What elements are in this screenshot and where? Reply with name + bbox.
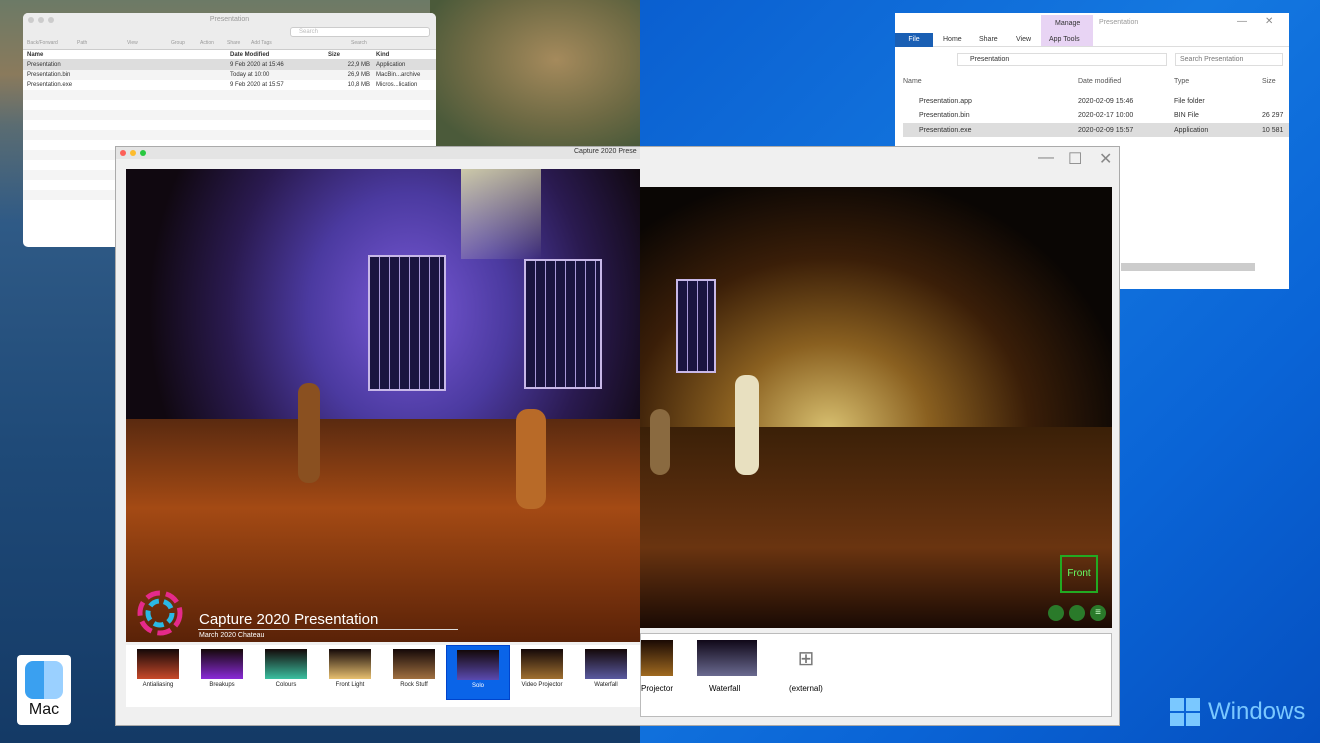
scene-thumb-colours[interactable]: Colours [254,645,318,700]
manage-tab[interactable]: Manage [1055,20,1080,27]
view-button[interactable]: View [127,40,138,46]
column-name[interactable]: Name [903,78,1078,85]
actor-figure [650,409,670,475]
window-title: Presentation [209,16,250,23]
scene-thumb-waterfall[interactable] [697,640,757,676]
file-row[interactable]: Presentation.bin 2020-02-17 10:00 BIN File… [903,108,1289,122]
column-date[interactable]: Date Modified [230,52,328,58]
scene-thumb-label[interactable]: Waterfall [709,684,740,693]
finder-icon [25,661,63,699]
close-button[interactable]: ✕ [1265,16,1273,27]
scene-preview [457,650,499,680]
tab-home[interactable]: Home [943,36,962,43]
tab-view[interactable]: View [1016,36,1031,43]
scene-preview [521,649,563,679]
scene-thumb-front-light[interactable]: Front Light [318,645,382,700]
tab-app-tools[interactable]: App Tools [1049,36,1080,43]
scene-thumb-solo[interactable]: Solo [446,645,510,700]
orbit-icon[interactable] [1048,605,1064,621]
network-icon[interactable]: ⊞ [789,646,823,670]
action-button[interactable]: Action [200,40,214,46]
add-tags-button[interactable]: Add Tags [251,40,272,46]
file-row[interactable]: Presentation 9 Feb 2020 at 15:46 22,9 MB Ap… [23,60,436,70]
scene-thumb-label: Front Light [335,682,365,688]
scene-thumb-rock-stuff[interactable]: Rock Stuff [382,645,446,700]
close-button[interactable] [120,150,126,156]
tab-file[interactable]: File [895,33,933,47]
actor-figure [298,383,320,483]
window-title: Presentation [1099,19,1139,26]
column-name[interactable]: Name [27,52,230,58]
search-input[interactable]: Search Presentation [1175,53,1283,66]
scene-preview [201,649,243,679]
column-kind[interactable]: Kind [376,52,436,58]
tab-share[interactable]: Share [979,36,998,43]
mountain-wallpaper [430,0,640,150]
windows-badge: Windows [1170,698,1305,726]
scene-preview [393,649,435,679]
search-label: Search [351,40,367,46]
maximize-button[interactable]: ☐ [1068,149,1082,169]
windows-logo-icon [1170,698,1200,726]
scene-strip-windows: Projector Waterfall ⊞ (external) [640,633,1112,717]
scene-thumb-waterfall[interactable]: Waterfall [574,645,638,700]
file-row[interactable]: Presentation.exe 2020-02-09 15:57 Applicat… [903,123,1289,137]
scene-thumb-label: Video Projector [521,682,563,688]
scene-thumb-antialiasing[interactable]: Antialiasing [126,645,190,700]
actor-figure [516,409,546,509]
view-cube[interactable]: Front [1060,555,1098,593]
capture-logo-icon [137,590,183,636]
scene-preview [137,649,179,679]
column-date[interactable]: Date modified [1078,78,1174,85]
zoom-button[interactable] [140,150,146,156]
column-size[interactable]: Size [328,52,376,58]
window-title: Capture 2020 Prese [574,148,637,155]
scene-thumb-label: Rock Stuff [400,682,428,688]
group-button[interactable]: Group [171,40,185,46]
scene-thumb-label[interactable]: (external) [789,684,823,693]
scene-thumb-label: Breakups [209,682,235,688]
3d-viewport-windows[interactable]: Front ≡ [640,187,1112,628]
scene-thumb-video-projector[interactable]: Video Projector [510,645,574,700]
presentation-title: Capture 2020 Presentation [199,611,379,628]
column-type[interactable]: Type [1174,78,1262,85]
scene-preview [265,649,307,679]
scene-thumb-label: Waterfall [594,682,618,688]
path-button[interactable]: Path [77,40,87,46]
back-forward-button[interactable]: Back/Forward [27,40,58,46]
column-size[interactable]: Size [1262,78,1276,85]
address-bar[interactable]: Presentation [957,53,1167,66]
file-row[interactable]: Presentation.exe 9 Feb 2020 at 15:57 10,8 … [23,80,436,90]
file-row[interactable]: Presentation.bin Today at 10:00 26,9 MB Mac… [23,70,436,80]
share-button[interactable]: Share [227,40,240,46]
actor-figure [735,375,759,475]
mac-badge: Mac [17,655,71,725]
scene-preview [329,649,371,679]
presentation-subtitle: March 2020 Chateau [199,632,265,639]
minimize-button[interactable] [130,150,136,156]
minimize-button[interactable]: — [1038,149,1054,167]
minimize-button[interactable]: — [1237,16,1247,27]
scene-preview [585,649,627,679]
scene-strip-mac: Antialiasing Breakups Colours Front Light Ro… [126,645,640,707]
menu-icon[interactable]: ≡ [1090,605,1106,621]
pan-icon[interactable] [1069,605,1085,621]
scene-thumb-label[interactable]: Projector [641,684,673,693]
search-input[interactable]: Search [290,27,430,37]
file-row[interactable]: Presentation.app 2020-02-09 15:46 File fol… [903,94,1289,108]
horizontal-scrollbar[interactable] [1121,263,1255,271]
3d-viewport-mac[interactable]: Capture 2020 Presentation March 2020 Cha… [126,169,640,642]
scene-thumb-breakups[interactable]: Breakups [190,645,254,700]
scene-thumb-label: Solo [471,683,484,689]
close-button[interactable]: ✕ [1099,149,1112,169]
scene-thumb-label: Antialiasing [142,682,174,688]
scene-thumb-label: Colours [275,682,297,688]
